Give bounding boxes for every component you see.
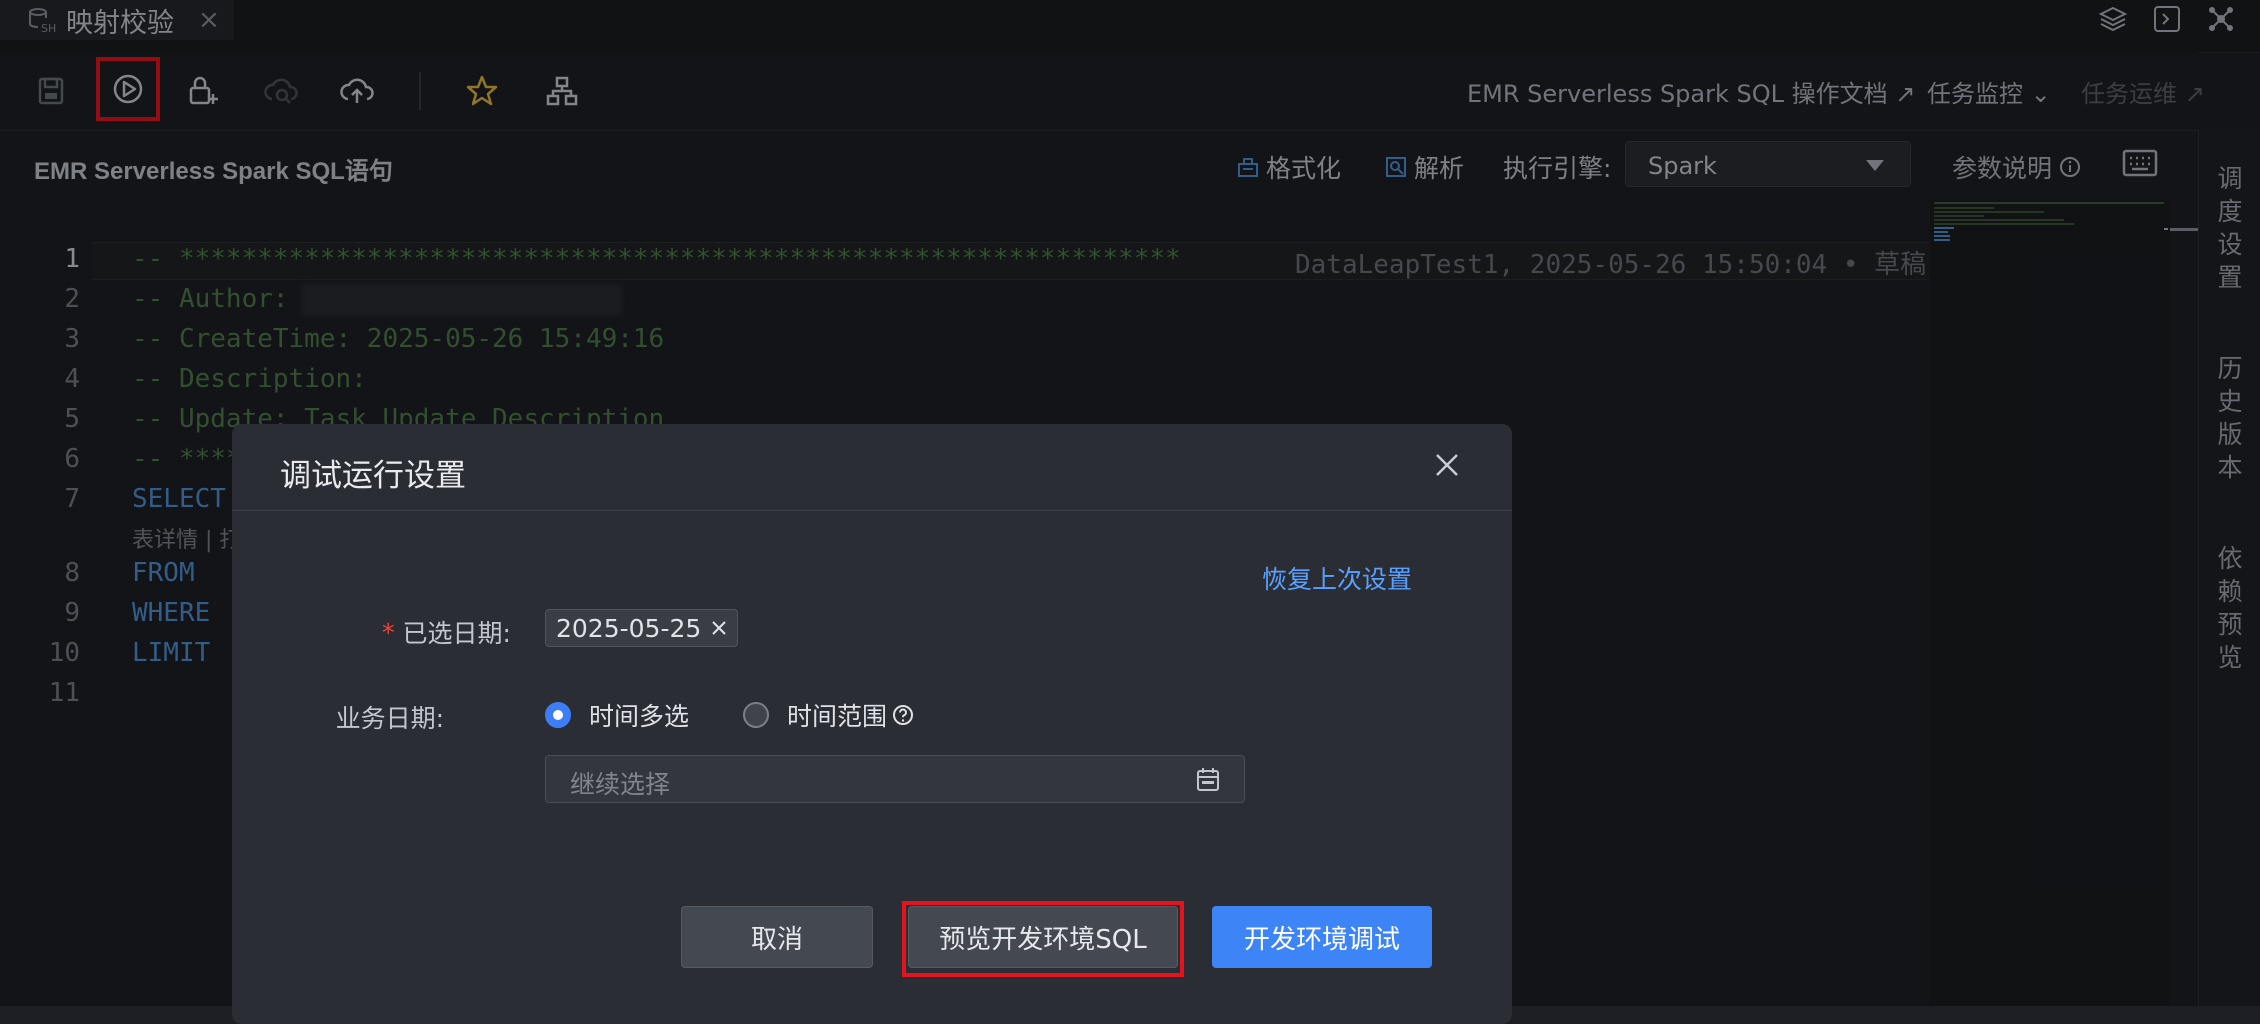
selected-date-label: 已选日期:: [402, 619, 511, 648]
calendar-icon[interactable]: [1196, 767, 1220, 793]
date-placeholder: 继续选择: [570, 770, 671, 799]
restore-last-settings-link[interactable]: 恢复上次设置: [1262, 560, 1412, 596]
selected-date-label-wrap: * 已选日期:: [382, 614, 511, 650]
preview-highlight-box: [902, 901, 1184, 977]
cancel-button[interactable]: 取消: [681, 906, 873, 968]
selected-date-tag: 2025-05-25: [545, 609, 739, 647]
radio-checked-icon: [545, 702, 571, 728]
help-icon[interactable]: [891, 703, 915, 727]
option-range-label: 时间范围: [787, 702, 888, 731]
close-icon[interactable]: [1432, 450, 1462, 480]
selected-date-value: 2025-05-25: [556, 613, 702, 643]
dialog-divider: [232, 510, 1512, 511]
radio-multi-select[interactable]: 时间多选: [545, 697, 689, 733]
option-multi-label: 时间多选: [589, 702, 690, 731]
tag-close-icon[interactable]: [709, 618, 729, 638]
business-date-label: 业务日期:: [335, 704, 444, 733]
required-asterisk: *: [382, 617, 395, 647]
debug-run-dialog: 调试运行设置 恢复上次设置 * 已选日期: 2025-05-25 业务日期: 时…: [232, 424, 1512, 1024]
dev-env-debug-button[interactable]: 开发环境调试: [1212, 906, 1432, 968]
radio-range[interactable]: 时间范围: [743, 697, 915, 733]
dialog-title: 调试运行设置: [280, 458, 466, 494]
date-picker-input[interactable]: 继续选择: [545, 755, 1245, 803]
radio-unchecked-icon: [743, 702, 769, 728]
